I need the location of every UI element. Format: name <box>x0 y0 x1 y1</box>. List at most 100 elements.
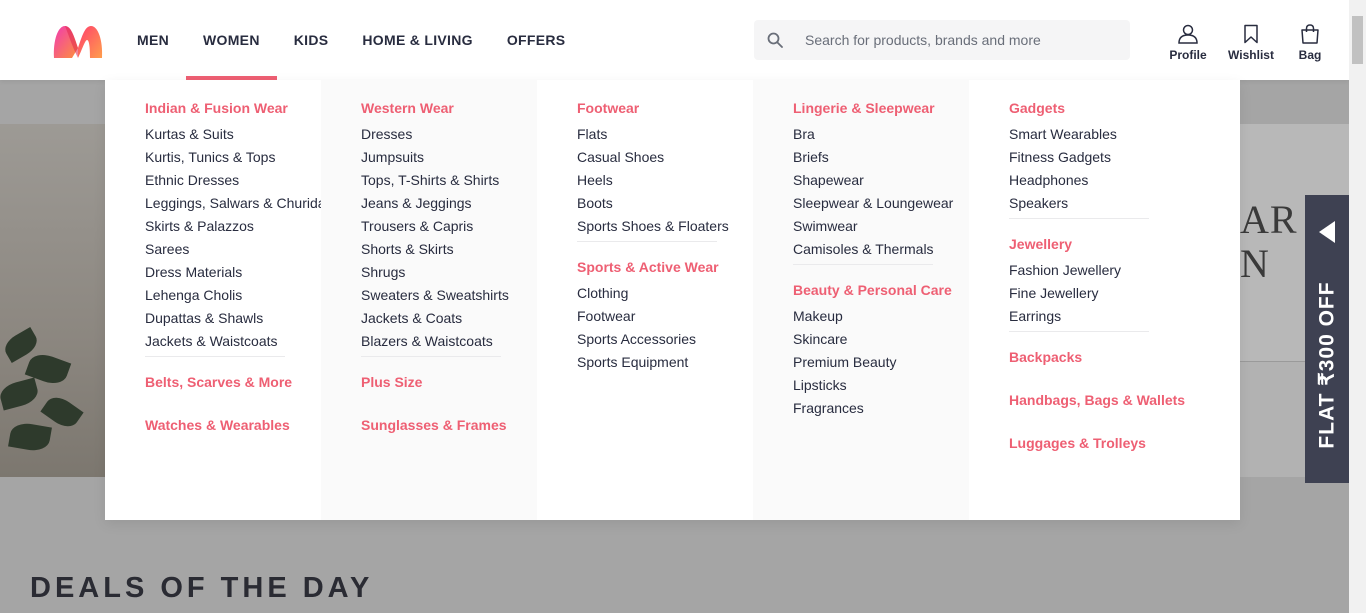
menu-link[interactable]: Swimwear <box>793 218 969 234</box>
menu-link[interactable]: Fashion Jewellery <box>1009 262 1240 278</box>
menu-divider <box>145 356 285 357</box>
nav-kids[interactable]: KIDS <box>277 0 346 80</box>
category-sports-active-wear[interactable]: Sports & Active Wear <box>577 259 753 275</box>
menu-column-5: Gadgets Smart Wearables Fitness Gadgets … <box>969 80 1240 520</box>
menu-link[interactable]: Speakers <box>1009 195 1240 211</box>
menu-divider <box>577 241 717 242</box>
menu-link[interactable]: Fine Jewellery <box>1009 285 1240 301</box>
menu-link[interactable]: Skincare <box>793 331 969 347</box>
category-backpacks[interactable]: Backpacks <box>1009 349 1240 365</box>
promo-side-tab[interactable]: FLAT ₹300 OFF <box>1305 195 1349 483</box>
menu-link[interactable]: Trousers & Capris <box>361 218 537 234</box>
menu-link[interactable]: Bra <box>793 126 969 142</box>
menu-link[interactable]: Lipsticks <box>793 377 969 393</box>
menu-link[interactable]: Sports Shoes & Floaters <box>577 218 753 234</box>
menu-link[interactable]: Lehenga Cholis <box>145 287 321 303</box>
menu-link[interactable]: Sports Equipment <box>577 354 753 370</box>
menu-link[interactable]: Dupattas & Shawls <box>145 310 321 326</box>
site-header: MEN WOMEN KIDS HOME & LIVING OFFERS Prof… <box>0 0 1349 80</box>
menu-divider <box>361 356 501 357</box>
menu-link[interactable]: Footwear <box>577 308 753 324</box>
promo-label: FLAT ₹300 OFF <box>1315 281 1339 449</box>
category-plus-size[interactable]: Plus Size <box>361 374 537 390</box>
bag-icon <box>1301 24 1319 44</box>
menu-link[interactable]: Jackets & Coats <box>361 310 537 326</box>
main-nav: MEN WOMEN KIDS HOME & LIVING OFFERS <box>120 0 582 80</box>
nav-men[interactable]: MEN <box>120 0 186 80</box>
page-scrollbar[interactable] <box>1349 0 1366 613</box>
menu-link[interactable]: Leggings, Salwars & Churidars <box>145 195 337 211</box>
menu-link[interactable]: Flats <box>577 126 753 142</box>
menu-link[interactable]: Smart Wearables <box>1009 126 1240 142</box>
menu-link[interactable]: Kurtis, Tunics & Tops <box>145 149 321 165</box>
nav-offers[interactable]: OFFERS <box>490 0 583 80</box>
menu-link[interactable]: Boots <box>577 195 753 211</box>
menu-link[interactable]: Shorts & Skirts <box>361 241 537 257</box>
menu-link[interactable]: Jeans & Jeggings <box>361 195 537 211</box>
search-bar[interactable] <box>754 20 1130 60</box>
wishlist-label: Wishlist <box>1228 48 1274 62</box>
menu-link[interactable]: Makeup <box>793 308 969 324</box>
scrollbar-thumb[interactable] <box>1352 16 1363 64</box>
menu-link[interactable]: Jumpsuits <box>361 149 537 165</box>
category-western-wear[interactable]: Western Wear <box>361 100 537 116</box>
profile-icon <box>1178 24 1198 44</box>
menu-link[interactable]: Ethnic Dresses <box>145 172 321 188</box>
menu-divider <box>1009 218 1149 219</box>
menu-column-3: Footwear Flats Casual Shoes Heels Boots … <box>537 80 753 520</box>
menu-link[interactable]: Jackets & Waistcoats <box>145 333 321 349</box>
header-actions: Profile Wishlist Bag <box>1160 24 1334 62</box>
menu-link[interactable]: Dresses <box>361 126 537 142</box>
menu-link[interactable]: Shapewear <box>793 172 969 188</box>
menu-link[interactable]: Camisoles & Thermals <box>793 241 969 257</box>
category-handbags-bags-wallets[interactable]: Handbags, Bags & Wallets <box>1009 392 1240 408</box>
category-lingerie-sleepwear[interactable]: Lingerie & Sleepwear <box>793 100 969 116</box>
menu-link[interactable]: Sarees <box>145 241 321 257</box>
category-luggages-trolleys[interactable]: Luggages & Trolleys <box>1009 435 1240 451</box>
menu-divider <box>1009 331 1149 332</box>
menu-link[interactable]: Sleepwear & Loungewear <box>793 195 969 211</box>
menu-link[interactable]: Sports Accessories <box>577 331 753 347</box>
wishlist-button[interactable]: Wishlist <box>1216 24 1286 62</box>
menu-link[interactable]: Premium Beauty <box>793 354 969 370</box>
menu-column-4: Lingerie & Sleepwear Bra Briefs Shapewea… <box>753 80 969 520</box>
menu-link[interactable]: Casual Shoes <box>577 149 753 165</box>
menu-link[interactable]: Fragrances <box>793 400 969 416</box>
nav-home-living[interactable]: HOME & LIVING <box>345 0 489 80</box>
profile-button[interactable]: Profile <box>1160 24 1216 62</box>
category-gadgets[interactable]: Gadgets <box>1009 100 1240 116</box>
menu-link[interactable]: Heels <box>577 172 753 188</box>
hero-text-line2: N <box>1240 241 1270 286</box>
hero-image <box>0 124 105 477</box>
menu-link[interactable]: Headphones <box>1009 172 1240 188</box>
category-jewellery[interactable]: Jewellery <box>1009 236 1240 252</box>
category-footwear[interactable]: Footwear <box>577 100 753 116</box>
menu-link[interactable]: Skirts & Palazzos <box>145 218 321 234</box>
category-indian-fusion-wear[interactable]: Indian & Fusion Wear <box>145 100 321 116</box>
category-belts-scarves[interactable]: Belts, Scarves & More <box>145 374 321 390</box>
category-beauty-personal-care[interactable]: Beauty & Personal Care <box>793 282 969 298</box>
menu-column-1: Indian & Fusion Wear Kurtas & Suits Kurt… <box>105 80 337 520</box>
search-icon[interactable] <box>767 32 783 48</box>
menu-link[interactable]: Kurtas & Suits <box>145 126 321 142</box>
menu-link[interactable]: Clothing <box>577 285 753 301</box>
menu-column-2: Western Wear Dresses Jumpsuits Tops, T-S… <box>321 80 537 520</box>
bag-button[interactable]: Bag <box>1286 24 1334 62</box>
myntra-logo[interactable] <box>52 22 104 60</box>
nav-women[interactable]: WOMEN <box>186 0 277 80</box>
menu-link[interactable]: Briefs <box>793 149 969 165</box>
menu-link[interactable]: Blazers & Waistcoats <box>361 333 537 349</box>
bag-label: Bag <box>1298 48 1322 62</box>
left-arrow-icon <box>1319 221 1335 243</box>
category-watches-wearables[interactable]: Watches & Wearables <box>145 417 321 433</box>
menu-link[interactable]: Earrings <box>1009 308 1240 324</box>
menu-link[interactable]: Sweaters & Sweatshirts <box>361 287 537 303</box>
menu-link[interactable]: Shrugs <box>361 264 537 280</box>
menu-link[interactable]: Fitness Gadgets <box>1009 149 1240 165</box>
deals-of-the-day-heading: DEALS OF THE DAY <box>30 572 374 604</box>
search-input[interactable] <box>803 31 1107 49</box>
menu-link[interactable]: Tops, T-Shirts & Shirts <box>361 172 537 188</box>
category-sunglasses-frames[interactable]: Sunglasses & Frames <box>361 417 537 433</box>
wishlist-icon <box>1244 24 1258 44</box>
menu-link[interactable]: Dress Materials <box>145 264 321 280</box>
